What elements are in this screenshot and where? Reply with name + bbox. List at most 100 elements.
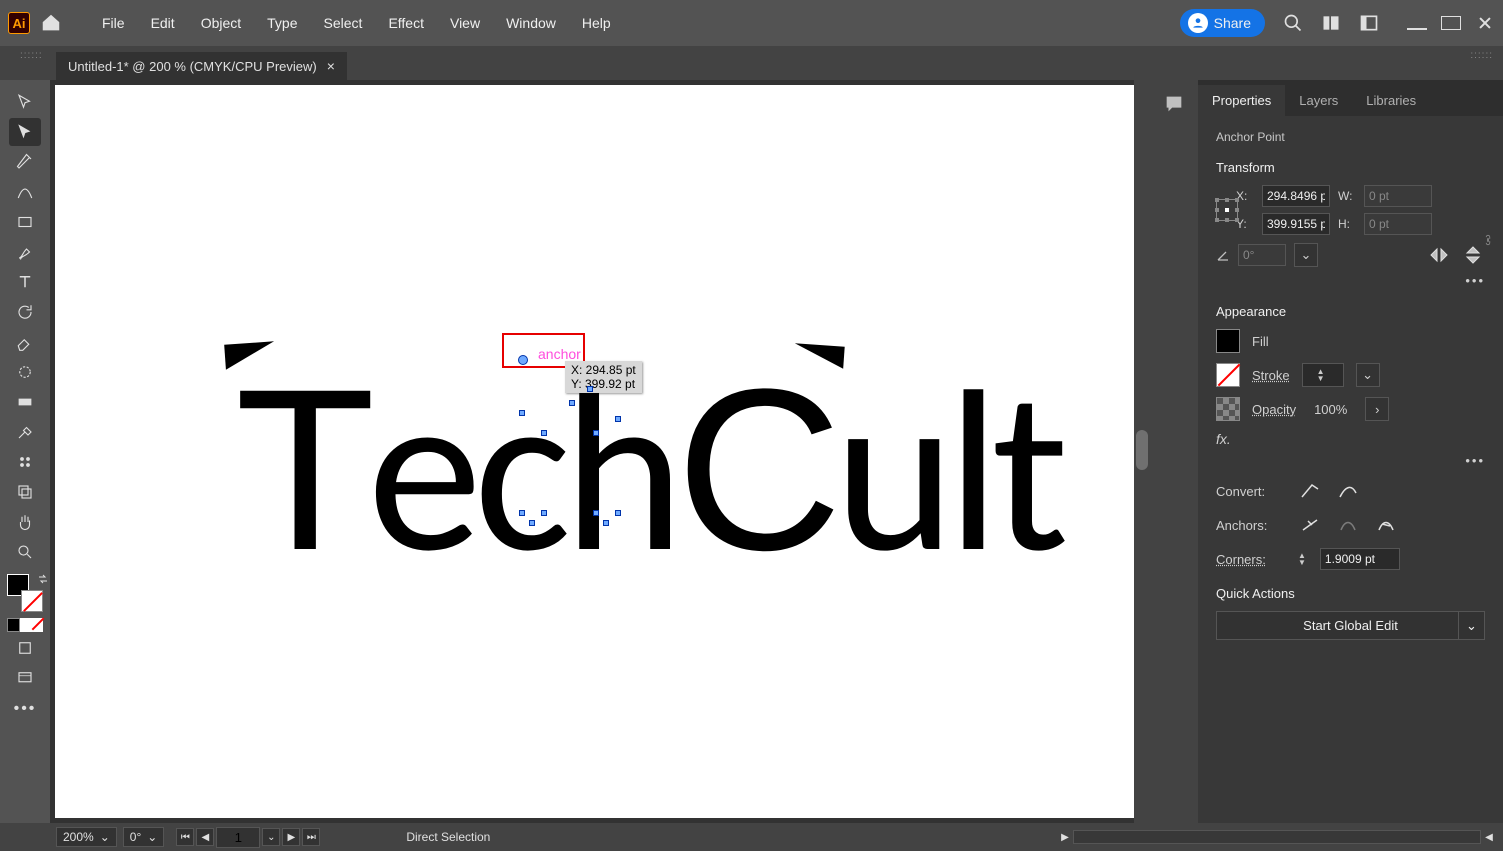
zoom-tool[interactable] (9, 538, 41, 566)
transform-more-options[interactable]: ••• (1216, 273, 1485, 288)
h-input (1364, 213, 1432, 235)
quick-button-chevron[interactable]: ⌄ (1458, 612, 1484, 639)
rotate-view-dropdown[interactable]: 0°⌄ (123, 827, 165, 847)
arrange-panels-icon[interactable] (1321, 13, 1341, 33)
home-button[interactable] (36, 8, 66, 38)
panel-body: Anchor Point Transform X: W: Y: H: (1198, 116, 1503, 650)
shape-builder-tool[interactable] (9, 358, 41, 386)
hand-tool[interactable] (9, 508, 41, 536)
app-logo-icon: Ai (8, 12, 30, 34)
flip-horizontal-icon[interactable] (1427, 244, 1451, 266)
menu-type[interactable]: Type (267, 15, 297, 31)
connect-anchor-icon[interactable] (1374, 514, 1398, 536)
opacity-label[interactable]: Opacity (1252, 402, 1296, 417)
selected-anchor-point[interactable] (518, 355, 528, 365)
stroke-weight-stepper[interactable]: ▲▼ (1302, 363, 1344, 387)
angle-dropdown[interactable]: ⌄ (1294, 243, 1318, 267)
document-tab-title: Untitled-1* @ 200 % (CMYK/CPU Preview) (68, 59, 317, 74)
zoom-dropdown[interactable]: 200%⌄ (56, 827, 117, 847)
tab-properties[interactable]: Properties (1198, 85, 1285, 116)
corner-radius-input[interactable] (1320, 548, 1400, 570)
menu-select[interactable]: Select (324, 15, 363, 31)
paintbrush-tool[interactable] (9, 238, 41, 266)
symbol-sprayer-tool[interactable] (9, 448, 41, 476)
screen-mode[interactable] (9, 664, 41, 692)
first-artboard-button[interactable]: ⏮ (176, 828, 194, 846)
opacity-dropdown[interactable]: › (1365, 397, 1389, 421)
menu-view[interactable]: View (450, 15, 480, 31)
scroll-left-button[interactable]: ▶ (1057, 829, 1073, 845)
edit-toolbar-button[interactable]: ••• (14, 700, 37, 718)
stroke-label[interactable]: Stroke (1252, 368, 1290, 383)
rotate-tool[interactable] (9, 298, 41, 326)
prev-artboard-button[interactable]: ◀ (196, 828, 214, 846)
menu-edit[interactable]: Edit (151, 15, 175, 31)
menu-help[interactable]: Help (582, 15, 611, 31)
toolbar-grip[interactable]: :::::: (20, 50, 43, 61)
convert-corner-icon[interactable] (1298, 480, 1322, 502)
horizontal-scrollbar[interactable]: ▶ ◀ (1057, 830, 1497, 844)
stroke-swatch-panel[interactable] (1216, 363, 1240, 387)
pen-tool[interactable] (9, 148, 41, 176)
tab-layers[interactable]: Layers (1285, 85, 1352, 116)
window-minimize[interactable] (1407, 16, 1427, 30)
fill-swatch-panel[interactable] (1216, 329, 1240, 353)
corners-label[interactable]: Corners: (1216, 552, 1284, 567)
x-input[interactable] (1262, 185, 1330, 207)
status-bar: 200%⌄ 0°⌄ ⏮ ◀ ⌄ ▶ ⏭ Direct Selection ▶ ◀ (0, 823, 1503, 851)
tab-libraries[interactable]: Libraries (1352, 85, 1430, 116)
appearance-more-options[interactable]: ••• (1216, 453, 1485, 468)
fill-stroke-swatch[interactable] (7, 574, 43, 612)
share-label: Share (1214, 15, 1251, 31)
reference-point-widget[interactable] (1216, 199, 1238, 221)
swap-fill-stroke-icon[interactable] (37, 572, 49, 584)
next-artboard-button[interactable]: ▶ (282, 828, 300, 846)
scroll-thumb[interactable] (1136, 430, 1148, 470)
close-tab-icon[interactable]: × (327, 58, 335, 74)
direct-selection-tool[interactable] (9, 118, 41, 146)
menu-object[interactable]: Object (201, 15, 241, 31)
artboard[interactable]: TechCult anchor X: 294.85 pt Y: 399.92 p… (55, 85, 1134, 818)
vertical-scrollbar[interactable] (1134, 80, 1150, 823)
window-maximize[interactable] (1441, 16, 1461, 30)
workspace-icon[interactable] (1359, 13, 1379, 33)
link-wh-icon[interactable] (1481, 230, 1495, 253)
gradient-tool[interactable] (9, 388, 41, 416)
menu-window[interactable]: Window (506, 15, 556, 31)
color-mode-strip[interactable] (7, 618, 43, 632)
convert-smooth-icon[interactable] (1336, 480, 1360, 502)
remove-anchor-icon[interactable] (1298, 514, 1322, 536)
fx-button[interactable]: fx. (1216, 431, 1485, 447)
fill-label: Fill (1252, 334, 1269, 349)
share-button[interactable]: Share (1180, 9, 1265, 37)
menu-effect[interactable]: Effect (388, 15, 424, 31)
search-icon[interactable] (1283, 13, 1303, 33)
quick-button-label: Start Global Edit (1303, 618, 1398, 633)
menu-file[interactable]: File (102, 15, 125, 31)
window-close[interactable] (1475, 16, 1495, 30)
panel-grip[interactable]: :::::: (1470, 50, 1493, 61)
start-global-edit-button[interactable]: Start Global Edit ⌄ (1216, 611, 1485, 640)
last-artboard-button[interactable]: ⏭ (302, 828, 320, 846)
w-input (1364, 185, 1432, 207)
draw-mode-normal[interactable] (9, 634, 41, 662)
comments-panel-icon[interactable] (1162, 92, 1186, 116)
curvature-tool[interactable] (9, 178, 41, 206)
artboard-number-input[interactable] (216, 827, 260, 848)
eyedropper-tool[interactable] (9, 418, 41, 446)
type-tool[interactable] (9, 268, 41, 296)
selection-tool[interactable] (9, 88, 41, 116)
stroke-profile-dropdown[interactable]: ⌄ (1356, 363, 1380, 387)
eraser-tool[interactable] (9, 328, 41, 356)
share-person-icon (1188, 13, 1208, 33)
stroke-swatch[interactable] (21, 590, 43, 612)
artboard-tool[interactable] (9, 478, 41, 506)
artboard-dropdown[interactable]: ⌄ (262, 828, 280, 846)
y-input[interactable] (1262, 213, 1330, 235)
scroll-right-button[interactable]: ◀ (1481, 829, 1497, 845)
rectangle-tool[interactable] (9, 208, 41, 236)
opacity-swatch[interactable] (1216, 397, 1240, 421)
anchor-hint-label: anchor (538, 346, 581, 362)
document-tab[interactable]: Untitled-1* @ 200 % (CMYK/CPU Preview) × (56, 52, 347, 80)
transform-title: Transform (1216, 160, 1485, 175)
